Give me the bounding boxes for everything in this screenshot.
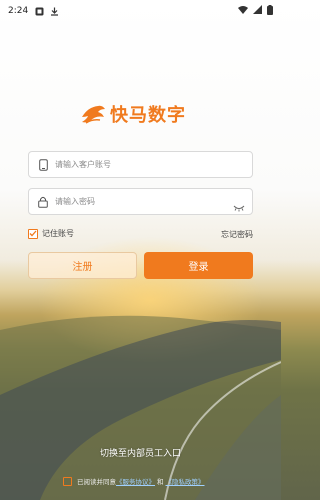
remember-label: 记住账号: [42, 229, 74, 238]
download-icon: [49, 6, 59, 16]
switch-staff-entry-link[interactable]: 切换至内部员工入口: [0, 446, 281, 459]
agreement-prefix: 已阅读并同意: [77, 478, 116, 486]
service-agreement-link[interactable]: 《服务协议》: [116, 476, 155, 486]
wifi-icon: [238, 5, 248, 17]
battery-icon: [267, 4, 273, 18]
agreement-row: 已阅读并同意 《服务协议》 和 《隐私政策》: [63, 476, 205, 486]
login-button[interactable]: 登录: [144, 252, 253, 279]
lock-icon: [37, 196, 49, 208]
status-bar: 2:24: [0, 0, 281, 22]
phone-icon: [37, 158, 49, 171]
forgot-password-link[interactable]: 忘记密码: [221, 229, 253, 240]
agreement-checkbox[interactable]: [63, 476, 72, 486]
remember-account-checkbox[interactable]: 记住账号: [28, 228, 74, 239]
notification-icon: [34, 6, 44, 16]
background-landscape: [0, 315, 281, 500]
account-field[interactable]: [28, 151, 253, 178]
signal-icon: [253, 5, 262, 17]
privacy-policy-link[interactable]: 《隐私政策》: [166, 476, 205, 486]
brand-logo: 快马数字: [80, 101, 186, 127]
password-input[interactable]: [55, 197, 225, 206]
account-input[interactable]: [55, 160, 225, 169]
password-field[interactable]: [28, 188, 253, 215]
brand-name: 快马数字: [110, 105, 186, 126]
agreement-and: 和: [157, 478, 164, 486]
checkbox-checked-icon[interactable]: [28, 228, 38, 239]
eye-closed-icon[interactable]: [233, 197, 245, 212]
register-button[interactable]: 注册: [28, 252, 137, 279]
status-time: 2:24: [8, 6, 29, 16]
horse-logo-icon: [82, 105, 105, 124]
